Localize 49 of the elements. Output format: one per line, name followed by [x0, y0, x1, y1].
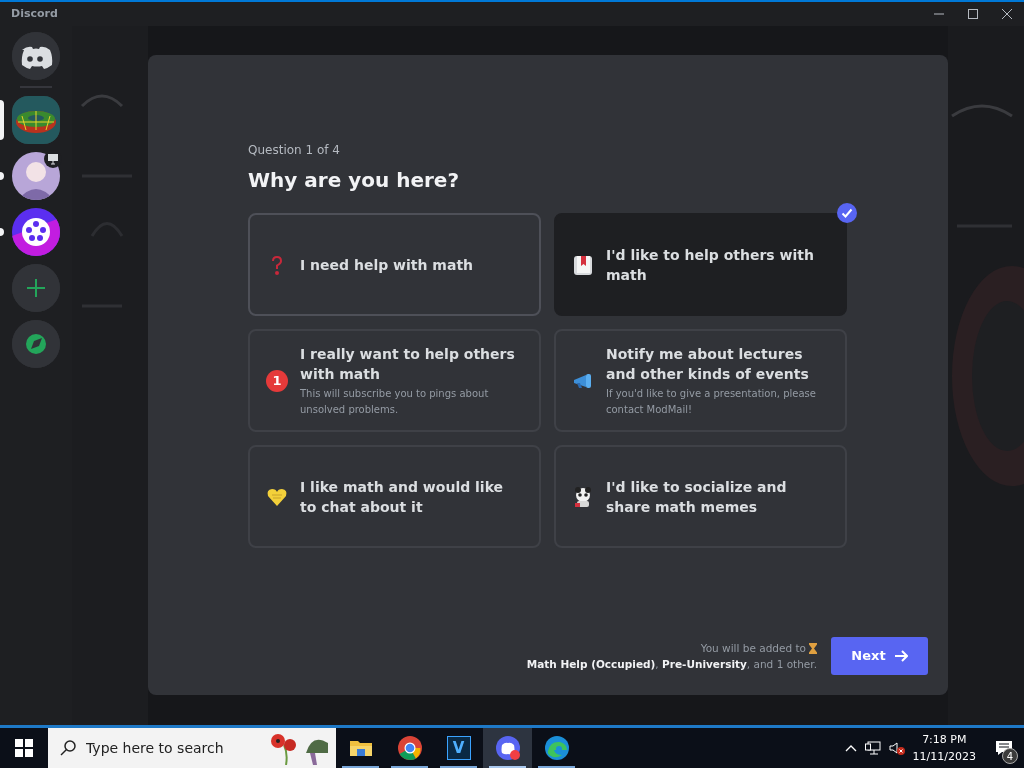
server-icon[interactable] — [12, 208, 60, 256]
notification-count: 4 — [1002, 748, 1018, 764]
compass-icon — [26, 334, 46, 354]
clock[interactable]: 7:18 PM 11/11/2023 — [912, 731, 976, 765]
hourglass-icon — [809, 642, 817, 654]
option-card[interactable]: Notify me about lectures and other kinds of events If you'd like to give a presentation, please contact ModMail! — [554, 329, 847, 432]
option-label: I really want to help others with math — [300, 344, 516, 384]
number-badge: 1 — [266, 369, 288, 392]
network-icon[interactable] — [864, 741, 881, 755]
search-field[interactable]: Type here to search — [86, 737, 256, 759]
book-icon — [572, 253, 594, 276]
volume-muted-icon[interactable] — [888, 741, 905, 755]
option-card[interactable]: I'd like to help others with math — [554, 213, 847, 316]
search-icon — [60, 740, 76, 756]
search-box[interactable]: Type here to search — [48, 728, 336, 768]
next-button[interactable]: Next — [831, 637, 928, 675]
app-logo: V — [446, 736, 471, 760]
taskbar-app-button[interactable]: V — [434, 728, 483, 768]
question-title: Why are you here? — [248, 167, 460, 194]
chevron-up-icon[interactable] — [844, 744, 857, 752]
window-title: Discord — [10, 5, 58, 22]
server-list-text: Math Help (Occupied), Pre-University, and 1 other. — [526, 657, 817, 672]
note-text: You will be added to — [700, 641, 806, 656]
windows-logo-icon — [15, 739, 33, 757]
chrome-icon — [396, 735, 423, 761]
discord-logo-icon — [21, 46, 53, 69]
plus-icon — [26, 278, 46, 298]
maximize-icon — [968, 9, 978, 19]
panda-icon — [572, 485, 594, 508]
option-label: I like math and would like to chat about it — [300, 477, 505, 517]
notification-button[interactable]: 4 — [984, 728, 1024, 768]
server-icon[interactable] — [12, 96, 60, 144]
close-icon — [1002, 9, 1012, 19]
option-label: I need help with math — [300, 255, 474, 275]
option-card[interactable]: 1 I really want to help others with math This will subscribe you to pings about unsolved problems. — [248, 329, 541, 432]
option-label: I'd like to help others with math — [606, 245, 815, 285]
option-description: If you'd like to give a presentation, please contact ModMail! — [606, 386, 817, 417]
option-card[interactable]: I need help with math — [248, 213, 541, 316]
server-icon[interactable] — [12, 152, 60, 200]
option-description: This will subscribe you to pings about unsolved problems. — [300, 386, 490, 417]
option-card[interactable]: I'd like to socialize and share math memes — [554, 445, 847, 548]
edge-icon — [543, 735, 570, 761]
discord-icon — [494, 735, 521, 761]
question-counter: Question 1 of 4 — [248, 142, 341, 159]
arrow-right-icon — [893, 649, 908, 663]
option-label: I'd like to socialize and share math memes — [606, 477, 788, 517]
option-card[interactable]: I like math and would like to chat about it — [248, 445, 541, 548]
taskbar-app-button[interactable] — [483, 728, 532, 768]
option-label: Notify me about lectures and other kinds of events — [606, 344, 810, 384]
